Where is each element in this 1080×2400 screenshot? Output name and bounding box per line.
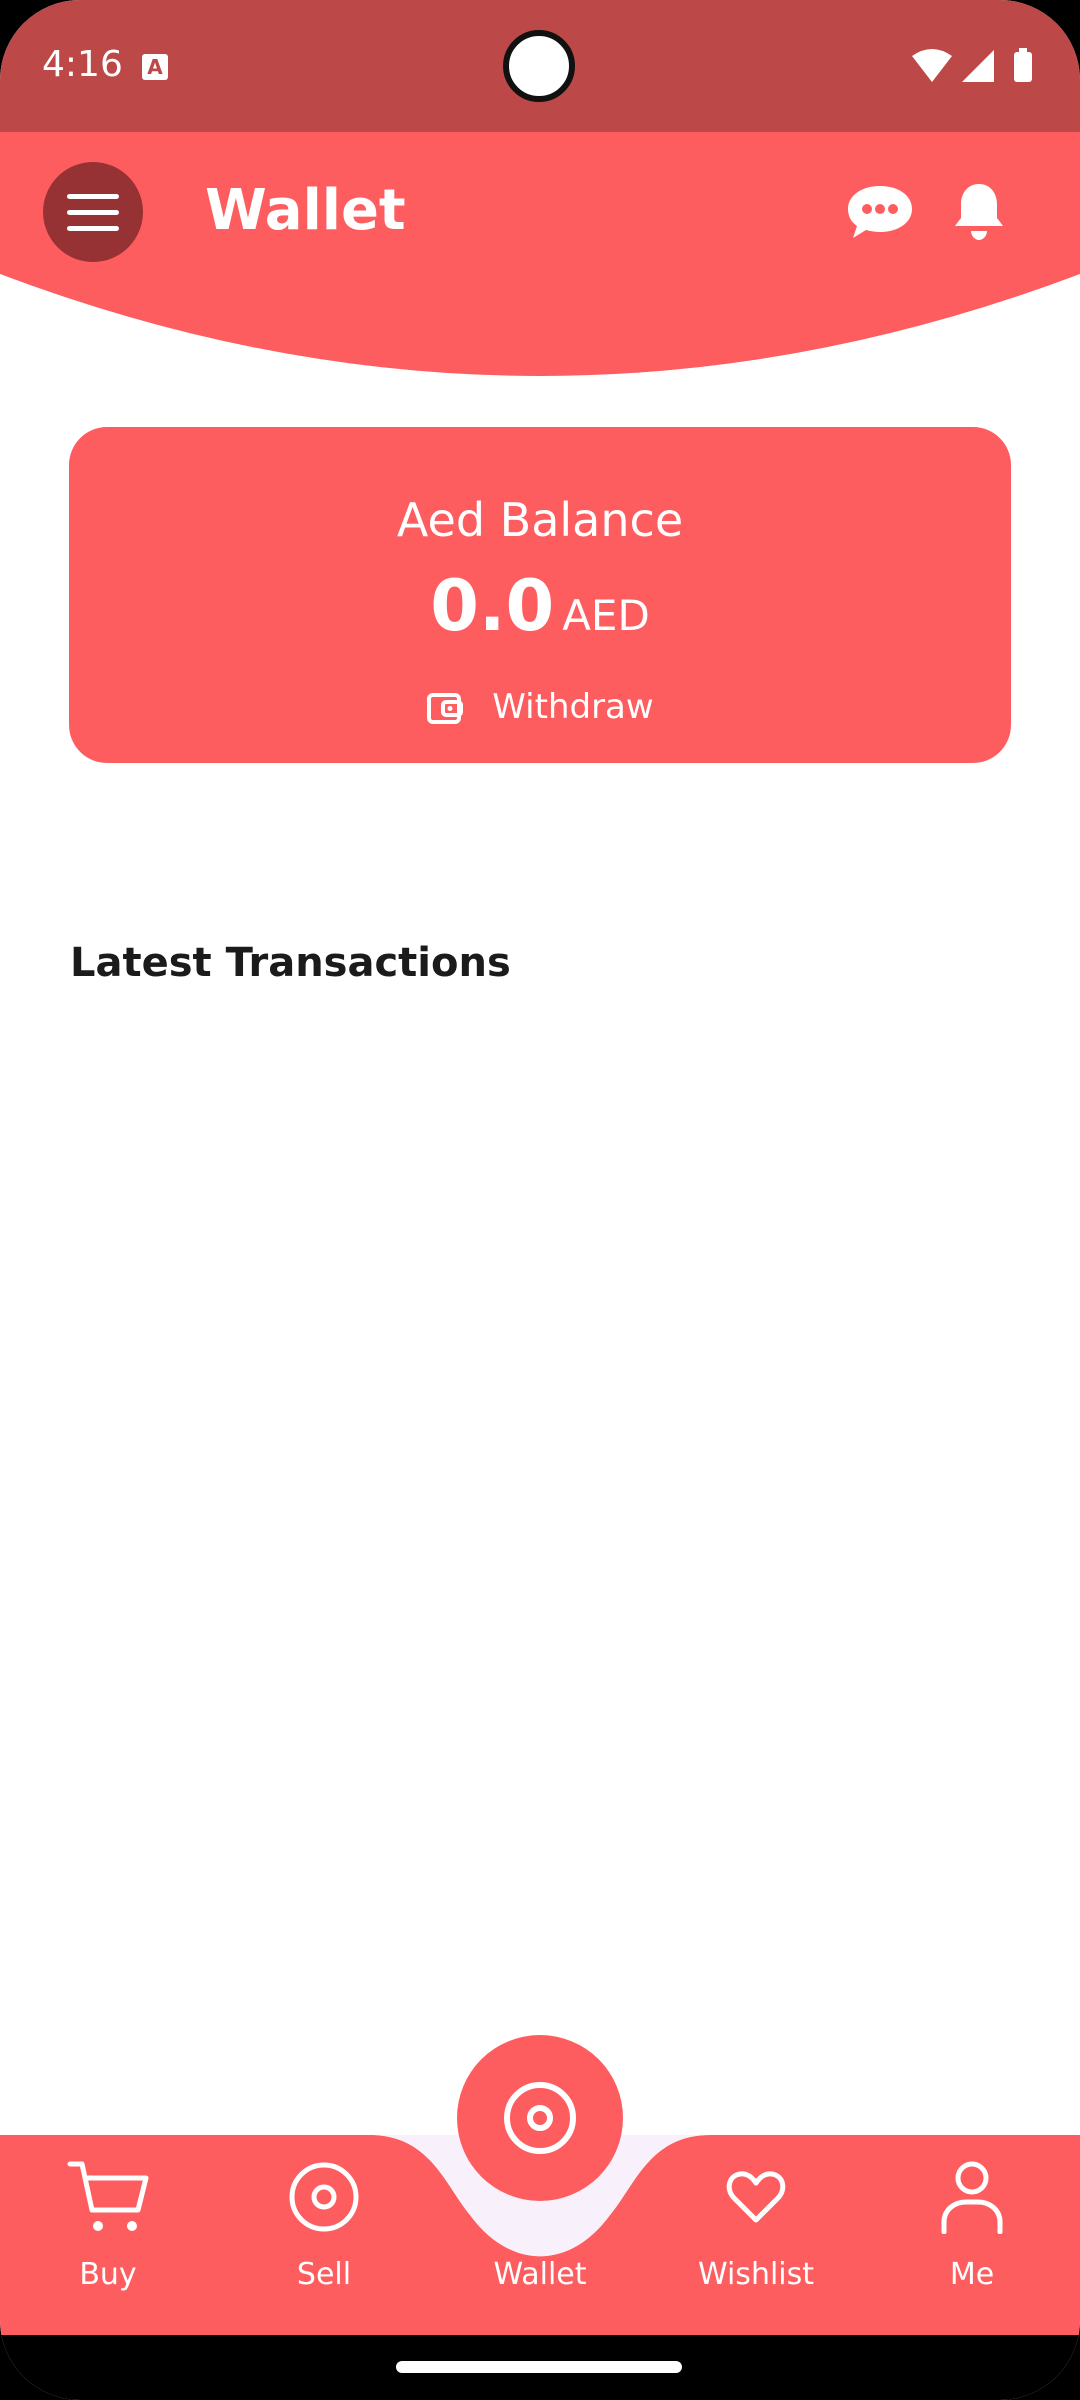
person-icon (941, 2161, 1003, 2234)
nav-label-wishlist: Wishlist (697, 2257, 815, 2292)
menu-button[interactable] (43, 162, 143, 262)
bottom-navigation: Buy Sell Wallet Wishlist Me (0, 2035, 1080, 2335)
cart-icon (67, 2161, 149, 2231)
balance-currency: AED (562, 591, 650, 640)
withdraw-button[interactable]: Withdraw (69, 687, 1011, 727)
nav-item-me[interactable]: Me (892, 2155, 1052, 2292)
nav-label-sell: Sell (296, 2257, 352, 2292)
signal-icon (962, 50, 994, 82)
camera-cutout (503, 30, 575, 102)
phone-screen: 4:16 A Wallet Aed Balance 0.0 AED Withdr… (0, 0, 1080, 2400)
nav-label-buy: Buy (79, 2257, 137, 2292)
balance-value: 0.0 (430, 565, 555, 647)
status-bar: 4:16 A (0, 0, 1080, 132)
nav-label-wallet: Wallet (493, 2257, 587, 2292)
battery-icon (1014, 52, 1032, 82)
withdraw-label: Withdraw (492, 687, 654, 727)
nav-item-sell[interactable]: Sell (244, 2155, 404, 2292)
nav-item-wishlist[interactable]: Wishlist (676, 2155, 836, 2292)
app-bar: Wallet (0, 132, 1080, 380)
wallet-icon (427, 693, 464, 724)
balance-card: Aed Balance 0.0 AED Withdraw (69, 427, 1011, 763)
heart-icon (726, 2171, 786, 2223)
chat-icon[interactable] (845, 182, 915, 242)
balance-label: Aed Balance (396, 493, 684, 547)
notification-icon: A (142, 54, 168, 80)
nav-item-buy[interactable]: Buy (28, 2155, 188, 2292)
status-time: 4:16 (42, 44, 123, 85)
bell-icon[interactable] (952, 180, 1006, 244)
balance-amount: 0.0 AED (69, 565, 1011, 647)
wifi-icon (912, 49, 952, 82)
gesture-bar-area (0, 2335, 1080, 2400)
home-gesture-handle[interactable] (396, 2361, 682, 2373)
menu-icon (67, 194, 119, 199)
nav-label-me: Me (949, 2257, 995, 2292)
target-icon (289, 2162, 359, 2232)
page-title: Wallet (205, 178, 406, 243)
system-icons (912, 48, 1032, 82)
latest-transactions-title: Latest Transactions (70, 940, 511, 986)
app-bar-background (0, 132, 1080, 376)
nav-item-wallet[interactable]: Wallet (460, 2155, 620, 2292)
